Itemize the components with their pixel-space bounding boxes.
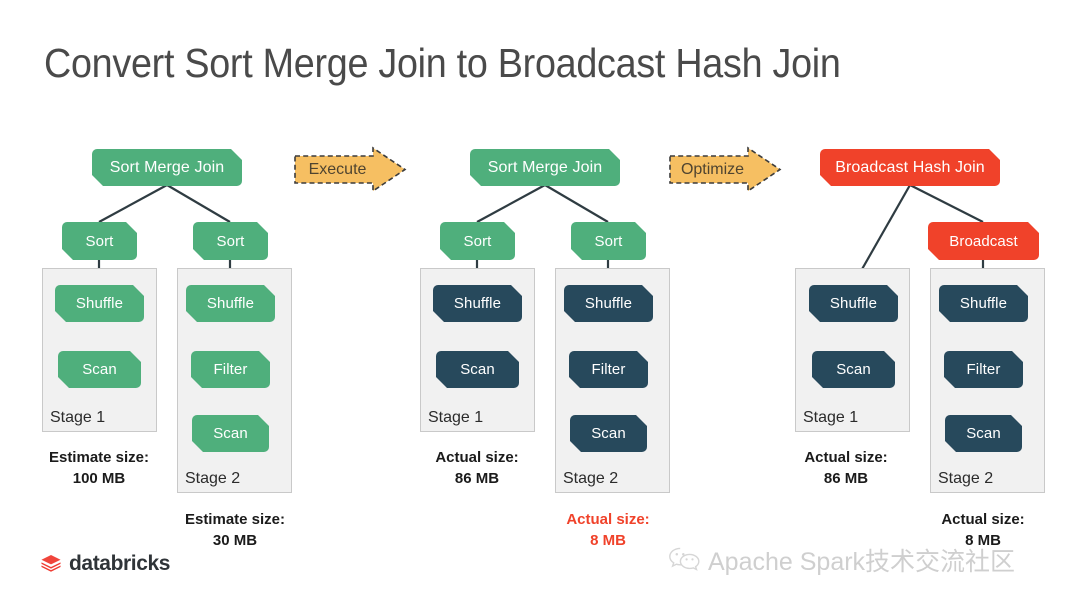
size-label-title: Actual size:: [566, 511, 650, 528]
node-sort-right[interactable]: Sort: [193, 222, 268, 260]
node-scan-stage2[interactable]: Scan: [570, 415, 647, 452]
size-label-stage2: Estimate size: 30 MB: [155, 509, 315, 551]
size-label-title: Actual size:: [941, 511, 1025, 528]
node-shuffle-stage2[interactable]: Shuffle: [564, 285, 653, 322]
size-label-title: Actual size:: [804, 449, 888, 466]
node-scan-stage2[interactable]: Scan: [945, 415, 1022, 452]
execute-arrow[interactable]: Execute: [293, 146, 408, 193]
size-label-value: 8 MB: [590, 532, 626, 549]
size-label-value: 86 MB: [823, 470, 869, 487]
node-filter-stage2[interactable]: Filter: [944, 351, 1023, 388]
node-scan-stage2[interactable]: Scan: [192, 415, 269, 452]
node-sort-left[interactable]: Sort: [440, 222, 515, 260]
node-filter-stage2[interactable]: Filter: [191, 351, 270, 388]
stage-label-2: Stage 2: [938, 470, 994, 487]
node-shuffle-stage2[interactable]: Shuffle: [186, 285, 275, 322]
size-label-stage1: Estimate size: 100 MB: [19, 447, 179, 489]
size-label-title: Estimate size:: [48, 449, 150, 466]
size-label-value: 86 MB: [454, 470, 500, 487]
node-sort-merge-join[interactable]: Sort Merge Join: [92, 149, 242, 186]
watermark-text: Apache Spark技术交流社区: [708, 548, 1016, 576]
execute-arrow-label: Execute: [308, 160, 367, 178]
stage-label-1: Stage 1: [803, 409, 859, 426]
stage-label-2: Stage 2: [185, 470, 241, 487]
node-shuffle-stage2[interactable]: Shuffle: [939, 285, 1028, 322]
node-shuffle-stage1[interactable]: Shuffle: [55, 285, 144, 322]
node-sort-left[interactable]: Sort: [62, 222, 137, 260]
stage-label-2: Stage 2: [563, 470, 619, 487]
size-label-stage2: Actual size: 8 MB: [528, 509, 688, 551]
databricks-logo: databricks: [40, 552, 170, 576]
node-broadcast[interactable]: Broadcast: [928, 222, 1039, 260]
stage-label-1: Stage 1: [428, 409, 484, 426]
node-scan-stage1[interactable]: Scan: [58, 351, 141, 388]
node-sort-right[interactable]: Sort: [571, 222, 646, 260]
size-label-value: 100 MB: [72, 470, 126, 487]
node-shuffle-stage1[interactable]: Shuffle: [433, 285, 522, 322]
slide-canvas: Convert Sort Merge Join to Broadcast Has…: [0, 0, 1080, 610]
wechat-icon: [669, 547, 700, 571]
size-label-title: Estimate size:: [184, 511, 286, 528]
size-label-stage1: Actual size: 86 MB: [766, 447, 926, 489]
node-scan-stage1[interactable]: Scan: [436, 351, 519, 388]
optimize-arrow[interactable]: Optimize: [668, 146, 783, 193]
databricks-stack-icon: [41, 555, 61, 572]
page-title: Convert Sort Merge Join to Broadcast Has…: [44, 40, 841, 86]
size-label-title: Actual size:: [435, 449, 519, 466]
node-shuffle-stage1[interactable]: Shuffle: [809, 285, 898, 322]
databricks-logo-text: databricks: [69, 552, 171, 575]
stage-label-1: Stage 1: [50, 409, 106, 426]
size-label-value: 30 MB: [212, 532, 258, 549]
node-filter-stage2[interactable]: Filter: [569, 351, 648, 388]
size-label-stage1: Actual size: 86 MB: [397, 447, 557, 489]
node-scan-stage1[interactable]: Scan: [812, 351, 895, 388]
node-broadcast-hash-join[interactable]: Broadcast Hash Join: [820, 149, 1000, 186]
watermark: Apache Spark技术交流社区: [668, 542, 1015, 578]
node-sort-merge-join[interactable]: Sort Merge Join: [470, 149, 620, 186]
optimize-arrow-label: Optimize: [680, 160, 745, 178]
